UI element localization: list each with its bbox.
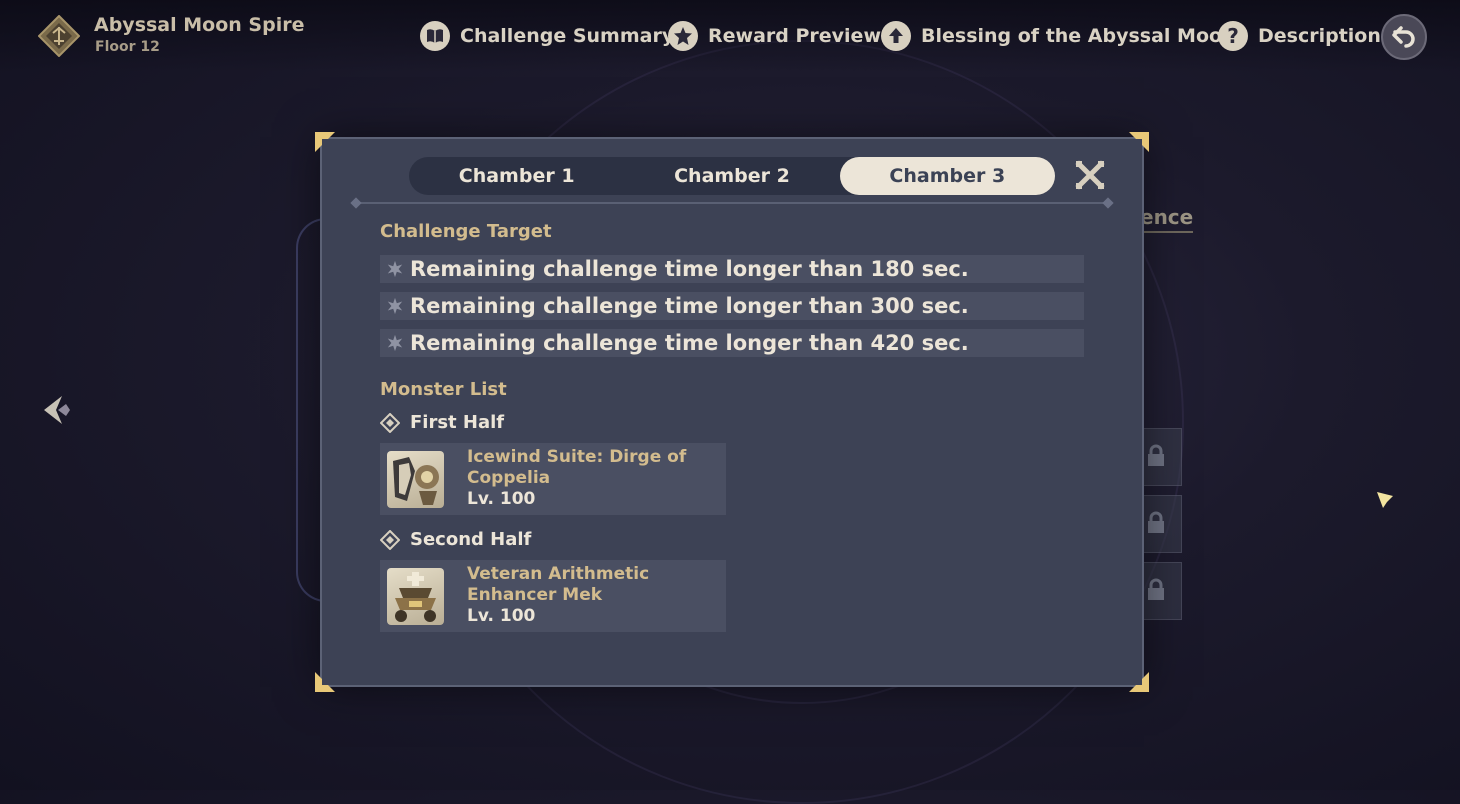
background-partial-text: ence (1140, 205, 1194, 233)
locked-slot (1140, 428, 1182, 486)
reward-preview-label: Reward Preview (708, 25, 881, 47)
blessing-label: Blessing of the Abyssal Moon (921, 25, 1236, 47)
challenge-summary-label: Challenge Summary (460, 25, 675, 47)
monster-list-title: Monster List (380, 379, 507, 400)
close-icon[interactable] (1074, 159, 1106, 191)
challenge-target-title: Challenge Target (380, 221, 552, 242)
tab-chamber-3[interactable]: Chamber 3 (839, 157, 1055, 195)
back-button[interactable] (1381, 14, 1427, 60)
monster-card[interactable]: Veteran Arithmetic Enhancer Mek Lv. 100 (380, 560, 726, 632)
challenge-target-text: Remaining challenge time longer than 420… (410, 331, 969, 355)
star-icon (380, 334, 410, 352)
monster-level: Lv. 100 (467, 489, 536, 509)
chamber-detail-dialog: Chamber 1 Chamber 2 Chamber 3 Challenge … (315, 132, 1149, 692)
chamber-tabs: Chamber 1 Chamber 2 Chamber 3 (409, 157, 1055, 195)
lock-icon (1148, 578, 1164, 600)
challenge-target-text: Remaining challenge time longer than 180… (410, 257, 969, 281)
up-arrow-icon (881, 21, 911, 51)
spire-emblem-icon (38, 15, 80, 57)
description-label: Description (1258, 25, 1381, 47)
divider (356, 202, 1108, 204)
tab-chamber-2[interactable]: Chamber 2 (624, 157, 839, 195)
lock-icon (1148, 444, 1164, 466)
corner-ornament-icon (315, 672, 335, 692)
monster-name: Veteran Arithmetic Enhancer Mek (467, 564, 650, 605)
floor-label: Floor 12 (95, 39, 160, 55)
corner-ornament-icon (315, 132, 335, 152)
star-icon (380, 297, 410, 315)
monster-card[interactable]: Icewind Suite: Dirge of Coppelia Lv. 100 (380, 443, 726, 515)
monster-portrait (387, 568, 444, 625)
tab-chamber-1[interactable]: Chamber 1 (409, 157, 624, 195)
first-half-label: First Half (380, 412, 504, 433)
second-half-label: Second Half (380, 529, 531, 550)
monster-portrait (387, 451, 444, 508)
description-button[interactable]: ? Description (1218, 20, 1381, 52)
question-icon: ? (1218, 21, 1248, 51)
book-icon (420, 21, 450, 51)
challenge-summary-button[interactable]: Challenge Summary (420, 20, 674, 52)
back-arrow-icon (1392, 26, 1415, 48)
cursor-sparkle-icon (1377, 492, 1393, 508)
diamond-bullet-icon (380, 529, 400, 550)
monster-name: Icewind Suite: Dirge of Coppelia (467, 447, 687, 488)
challenge-target-row: Remaining challenge time longer than 420… (380, 329, 1084, 357)
challenge-target-row: Remaining challenge time longer than 300… (380, 292, 1084, 320)
locked-slot (1140, 562, 1182, 620)
star-icon (380, 260, 410, 278)
challenge-target-text: Remaining challenge time longer than 300… (410, 294, 969, 318)
challenge-target-row: Remaining challenge time longer than 180… (380, 255, 1084, 283)
previous-floor-arrow-icon[interactable] (42, 394, 72, 426)
star-badge-icon (668, 21, 698, 51)
monster-level: Lv. 100 (467, 606, 536, 626)
locked-slot (1140, 495, 1182, 553)
lock-icon (1148, 511, 1164, 533)
diamond-bullet-icon (380, 412, 400, 433)
blessing-button[interactable]: Blessing of the Abyssal Moon (881, 20, 1236, 52)
corner-ornament-icon (1129, 132, 1149, 152)
reward-preview-button[interactable]: Reward Preview (668, 20, 881, 52)
corner-ornament-icon (1129, 672, 1149, 692)
spire-title: Abyssal Moon Spire (94, 14, 305, 36)
